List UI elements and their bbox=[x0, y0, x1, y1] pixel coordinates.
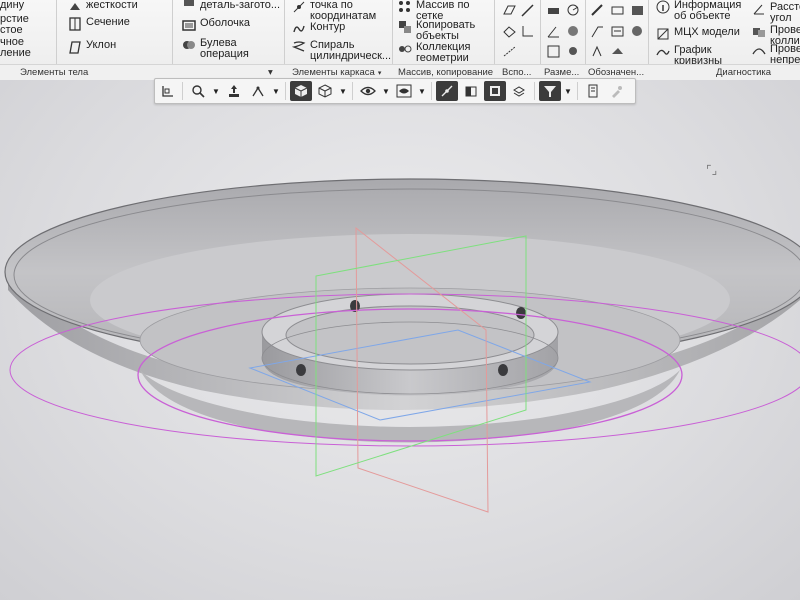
shaded-cube-icon bbox=[294, 85, 308, 97]
chevron-down-icon: ▼ bbox=[418, 86, 426, 96]
eyedropper-icon bbox=[612, 86, 622, 98]
pan-icon bbox=[229, 85, 239, 97]
section-view-icon bbox=[465, 86, 477, 97]
toolbar-separator bbox=[285, 82, 286, 100]
wireframe-cube-icon bbox=[318, 84, 332, 98]
toolbar-separator bbox=[431, 82, 432, 100]
rotate-icon bbox=[252, 86, 264, 97]
coordinate-system-icon bbox=[162, 86, 173, 97]
chevron-down-icon: ▼ bbox=[272, 86, 280, 96]
construction-icon bbox=[441, 85, 453, 97]
filter-icon bbox=[544, 86, 556, 97]
zoom-button[interactable] bbox=[187, 81, 209, 101]
chevron-down-icon: ▼ bbox=[339, 86, 347, 96]
chevron-down-icon: ▼ bbox=[564, 86, 572, 96]
toolbar-separator bbox=[352, 82, 353, 100]
view-toolbar: ▼ ▼ ▼ ▼ ▼ ▼ bbox=[154, 78, 636, 104]
zoom-icon bbox=[192, 85, 205, 98]
show-construction-button[interactable] bbox=[436, 81, 458, 101]
pan-button[interactable] bbox=[223, 81, 245, 101]
eyedropper-button[interactable] bbox=[606, 81, 628, 101]
chevron-down-icon: ▼ bbox=[382, 86, 390, 96]
properties-button[interactable] bbox=[582, 81, 604, 101]
chevron-down-icon: ▼ bbox=[212, 86, 220, 96]
eye-icon bbox=[360, 86, 376, 96]
layers-icon bbox=[513, 86, 525, 97]
filter-button[interactable] bbox=[539, 81, 561, 101]
view-orientation-button[interactable] bbox=[484, 81, 506, 101]
toolbar-separator bbox=[577, 82, 578, 100]
layers-button[interactable] bbox=[508, 81, 530, 101]
zoom-dropdown[interactable]: ▼ bbox=[211, 81, 221, 101]
rotate-button[interactable] bbox=[247, 81, 269, 101]
eye-box-icon bbox=[396, 84, 412, 98]
wireframe-display-button[interactable] bbox=[314, 81, 336, 101]
visibility-button[interactable] bbox=[357, 81, 379, 101]
view-corner-mark: ⌜⌟ bbox=[706, 163, 718, 177]
toolbar-separator bbox=[534, 82, 535, 100]
toolbar-separator bbox=[182, 82, 183, 100]
section-view-button[interactable] bbox=[460, 81, 482, 101]
orientation-cube-icon bbox=[490, 86, 500, 96]
visibility-dropdown[interactable]: ▼ bbox=[381, 81, 391, 101]
hide-button[interactable] bbox=[393, 81, 415, 101]
properties-icon bbox=[588, 84, 598, 98]
shaded-display-button[interactable] bbox=[290, 81, 312, 101]
rotate-dropdown[interactable]: ▼ bbox=[271, 81, 281, 101]
display-dropdown[interactable]: ▼ bbox=[338, 81, 348, 101]
coordinate-system-button[interactable] bbox=[156, 81, 178, 101]
hide-dropdown[interactable]: ▼ bbox=[417, 81, 427, 101]
filter-dropdown[interactable]: ▼ bbox=[563, 81, 573, 101]
